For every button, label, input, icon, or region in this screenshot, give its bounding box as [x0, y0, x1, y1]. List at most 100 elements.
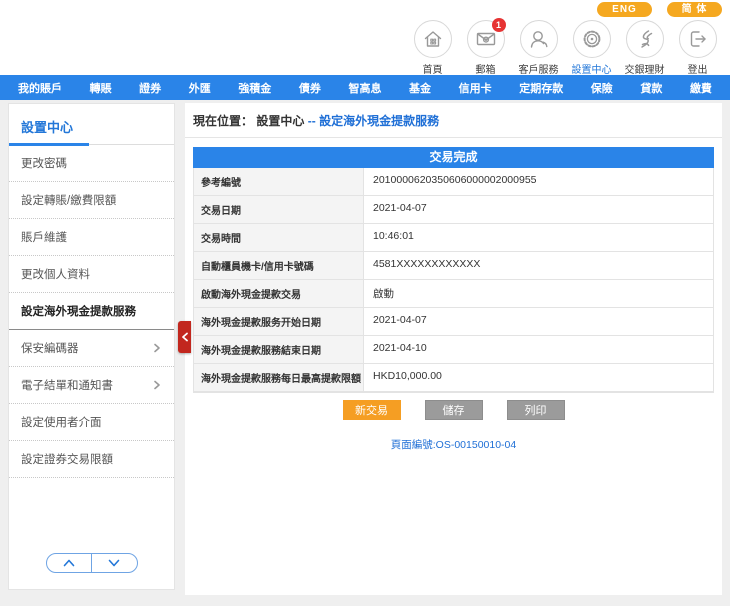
chevron-down-icon [107, 558, 121, 568]
scroll-down-button[interactable] [92, 554, 137, 572]
breadcrumb-section: 設置中心 [256, 114, 304, 128]
sidebar-item-label: 設定使用者介面 [21, 414, 102, 430]
row-label: 海外現金提款服务开始日期 [194, 308, 364, 335]
sidebar-item-label: 賬戶維護 [21, 229, 67, 245]
result-table: 參考編號 2010000620350606000002000955 交易日期 2… [193, 168, 714, 393]
sidebar-item[interactable]: 保安編碼器 [9, 330, 174, 367]
quick-menu-item[interactable]: 設置中心 [565, 20, 618, 76]
gear-icon [580, 27, 604, 51]
action-button[interactable]: 儲存 [425, 400, 483, 420]
sidebar-item[interactable]: 設定使用者介面 [9, 404, 174, 441]
breadcrumb-current-link[interactable]: 設定海外現金提款服務 [319, 114, 439, 128]
language-button[interactable]: 简 体 [667, 2, 722, 17]
page: ENG 简 体 首頁 1 郵箱 [0, 0, 730, 606]
language-switcher: ENG 简 体 [597, 2, 722, 17]
nav-item[interactable]: 定期存款 [519, 80, 563, 96]
wealth-icon [633, 27, 657, 51]
row-value: 10:46:01 [364, 224, 713, 251]
row-label: 海外現金提款服務每日最高提款限額 [194, 364, 364, 391]
sidebar: 設置中心 更改密碼 設定轉賬/繳費限額 賬戶維護 更改個人資料 設定海外現金提款… [8, 103, 175, 590]
logout-icon [686, 27, 710, 51]
customer-service-icon [527, 27, 551, 51]
main-navigation: 我的賬戶 轉賬 證券 外匯 強積金 債券 智高息 基金 信用卡 定期存款 保險 貸款 繳費 [0, 75, 730, 100]
row-value: 啟動 [364, 280, 713, 307]
scroll-up-button[interactable] [47, 554, 93, 572]
quick-menu-item[interactable]: 交銀理財 [618, 20, 671, 76]
sidebar-pager [46, 553, 138, 573]
row-value: 2021-04-10 [364, 336, 713, 363]
result-header: 交易完成 [193, 147, 714, 168]
row-value: 2010000620350606000002000955 [364, 168, 713, 195]
nav-item[interactable]: 保險 [591, 80, 613, 96]
action-button[interactable]: 新交易 [343, 400, 401, 420]
chevron-left-icon [181, 332, 189, 342]
nav-item[interactable]: 我的賬戶 [18, 80, 62, 96]
sidebar-item-label: 電子結單和通知書 [21, 377, 113, 393]
sidebar-item[interactable]: 設定證券交易限額 [9, 441, 174, 478]
chevron-up-icon [62, 558, 76, 568]
table-row: 參考編號 2010000620350606000002000955 [194, 168, 713, 196]
sidebar-item[interactable]: 更改密碼 [9, 145, 174, 182]
sidebar-item[interactable]: 更改個人資料 [9, 256, 174, 293]
quick-menu: 首頁 1 郵箱 客戶服務 [406, 20, 724, 76]
row-label: 自動櫃員機卡/信用卡號碼 [194, 252, 364, 279]
row-value: 2021-04-07 [364, 308, 713, 335]
sidebar-item-label: 設定轉賬/繳費限額 [21, 192, 116, 208]
sidebar-item-label: 設定海外現金提款服務 [21, 303, 136, 319]
nav-item[interactable]: 債券 [299, 80, 321, 96]
quick-menu-item[interactable]: 首頁 [406, 20, 459, 76]
sidebar-item[interactable]: 電子結單和通知書 [9, 367, 174, 404]
home-icon [421, 27, 445, 51]
top-header: ENG 简 体 首頁 1 郵箱 [0, 0, 730, 75]
action-button[interactable]: 列印 [507, 400, 565, 420]
chevron-right-icon [152, 380, 162, 390]
sidebar-item[interactable]: 設定海外現金提款服務 [9, 293, 174, 330]
breadcrumb-prefix: 現在位置： [193, 114, 253, 128]
collapse-sidebar-tab[interactable] [178, 321, 191, 353]
row-label: 交易時間 [194, 224, 364, 251]
table-row: 海外現金提款服务开始日期 2021-04-07 [194, 308, 713, 336]
quick-menu-label: 郵箱 [476, 61, 496, 76]
sidebar-title: 設置中心 [9, 104, 174, 145]
quick-menu-label: 交銀理財 [625, 61, 665, 76]
nav-item[interactable]: 外匯 [189, 80, 211, 96]
quick-menu-label: 登出 [688, 61, 708, 76]
sidebar-item-label: 設定證券交易限額 [21, 451, 113, 467]
breadcrumb: 現在位置： 設置中心 -- 設定海外現金提款服務 [185, 103, 722, 138]
nav-item[interactable]: 信用卡 [459, 80, 492, 96]
main-content: 現在位置： 設置中心 -- 設定海外現金提款服務 交易完成 參考編號 20100… [185, 103, 722, 595]
chevron-right-icon [152, 343, 162, 353]
sidebar-item-label: 更改個人資料 [21, 266, 90, 282]
nav-item[interactable]: 證券 [139, 80, 161, 96]
sidebar-item-label: 更改密碼 [21, 155, 67, 171]
sidebar-item[interactable]: 賬戶維護 [9, 219, 174, 256]
row-label: 交易日期 [194, 196, 364, 223]
nav-item[interactable]: 繳費 [690, 80, 712, 96]
breadcrumb-separator: -- [308, 114, 316, 128]
table-row: 海外現金提款服務每日最高提款限額 HKD10,000.00 [194, 364, 713, 392]
quick-menu-label: 首頁 [423, 61, 443, 76]
quick-menu-item[interactable]: 1 郵箱 [459, 20, 512, 76]
nav-item[interactable]: 強積金 [238, 80, 271, 96]
row-label: 參考編號 [194, 168, 364, 195]
action-buttons: 新交易 儲存 列印 [193, 400, 714, 420]
nav-item[interactable]: 貸款 [640, 80, 662, 96]
row-value: HKD10,000.00 [364, 364, 713, 391]
table-row: 啟動海外現金提款交易 啟動 [194, 280, 713, 308]
table-row: 交易時間 10:46:01 [194, 224, 713, 252]
language-button[interactable]: ENG [597, 2, 652, 17]
transaction-result: 交易完成 參考編號 2010000620350606000002000955 交… [193, 147, 714, 452]
quick-menu-item[interactable]: 客戶服務 [512, 20, 565, 76]
row-label: 啟動海外現金提款交易 [194, 280, 364, 307]
nav-item[interactable]: 轉賬 [90, 80, 112, 96]
nav-item[interactable]: 基金 [409, 80, 431, 96]
table-row: 交易日期 2021-04-07 [194, 196, 713, 224]
quick-menu-item[interactable]: 登出 [671, 20, 724, 76]
page-number: 頁面編號:OS-00150010-04 [193, 437, 714, 452]
quick-menu-label: 客戶服務 [519, 61, 559, 76]
sidebar-item-label: 保安編碼器 [21, 340, 79, 356]
sidebar-item[interactable]: 設定轉賬/繳費限額 [9, 182, 174, 219]
row-value: 4581XXXXXXXXXXXX [364, 252, 713, 279]
nav-item[interactable]: 智高息 [348, 80, 381, 96]
row-label: 海外現金提款服務結束日期 [194, 336, 364, 363]
